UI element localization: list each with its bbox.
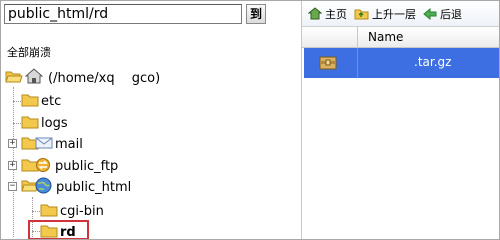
folder-icon (21, 114, 39, 133)
column-divider (357, 27, 358, 48)
tree-item-label: mail (55, 136, 83, 152)
tree-item-logs[interactable]: logs (21, 112, 68, 134)
tree-item-cgi-bin[interactable]: cgi-bin (40, 200, 104, 222)
folder-icon (21, 92, 39, 111)
globe-icon (35, 177, 52, 198)
back-label: 后退 (440, 7, 462, 21)
open-folder-icon (5, 68, 23, 88)
go-button[interactable]: 到 (246, 4, 266, 24)
collapse-toggle[interactable]: − (8, 182, 17, 191)
tree-item-mail[interactable]: mail (21, 133, 83, 155)
tree-item-label: public_html (56, 179, 132, 195)
tree-item-label: logs (41, 115, 68, 131)
expand-toggle[interactable]: + (8, 139, 17, 148)
mail-icon (35, 135, 53, 154)
tree-guide-line (32, 211, 40, 212)
folder-icon (40, 202, 58, 221)
file-list-header: Name (302, 27, 499, 48)
path-input[interactable] (4, 4, 242, 24)
home-label: 主页 (325, 7, 347, 21)
tree-root-label: (/home/xq gco) (48, 70, 161, 86)
folder-up-icon (354, 9, 369, 20)
tree-item-label: cgi-bin (60, 203, 104, 219)
back-arrow-icon (423, 7, 437, 20)
file-row[interactable]: .tar.gz (304, 48, 499, 78)
home-icon (24, 68, 44, 88)
file-list-pane: 主页 上升一层 后退 Name .tar.gz (301, 1, 499, 239)
tree-item-etc[interactable]: etc (21, 90, 61, 112)
column-header-name[interactable]: Name (368, 30, 403, 44)
home-button[interactable]: 主页 (308, 6, 347, 22)
column-divider (357, 48, 358, 78)
transfer-arrows-icon (35, 157, 51, 176)
tree-item-label: rd (60, 224, 76, 240)
folder-icon (40, 223, 58, 240)
tree-item-public-ftp[interactable]: public_ftp (21, 155, 118, 177)
tree-item-label: public_ftp (55, 158, 119, 174)
folder-tree-pane: 到 全部崩溃 (/home/xq gco) etc (1, 1, 301, 240)
archive-icon (319, 56, 337, 70)
home-icon (308, 7, 322, 20)
file-manager-window: 到 全部崩溃 (/home/xq gco) etc (0, 0, 500, 240)
tree-root[interactable]: (/home/xq gco) (5, 67, 160, 89)
path-bar: 到 (3, 3, 299, 25)
back-button[interactable]: 后退 (423, 6, 462, 22)
tree-item-label: etc (41, 93, 62, 109)
expand-toggle[interactable]: + (8, 161, 17, 170)
up-level-label: 上升一层 (372, 7, 416, 21)
toolbar: 主页 上升一层 后退 (302, 1, 499, 27)
collapse-all-link[interactable]: 全部崩溃 (7, 44, 51, 60)
tree-item-rd[interactable]: rd (40, 221, 76, 240)
tree-item-public-html[interactable]: public_html (21, 176, 131, 198)
file-name: .tar.gz (366, 55, 452, 69)
up-level-button[interactable]: 上升一层 (354, 6, 416, 22)
